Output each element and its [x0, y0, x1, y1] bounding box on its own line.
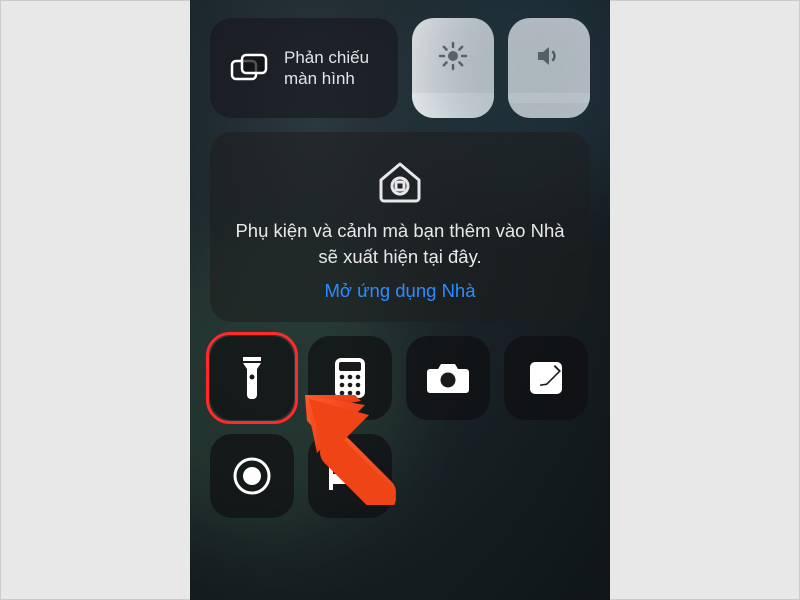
home-icon [230, 158, 570, 204]
screen-mirroring-icon [230, 53, 270, 83]
screen-record-button[interactable] [210, 434, 294, 518]
screenshot-frame: Phản chiếu màn hình [0, 0, 800, 600]
screen-mirroring-button[interactable]: Phản chiếu màn hình [210, 18, 398, 118]
brightness-fill [412, 93, 494, 118]
flashlight-icon [239, 355, 265, 401]
control-center: Phản chiếu màn hình [190, 0, 610, 600]
volume-fill [508, 93, 590, 103]
volume-track [508, 18, 590, 93]
calculator-button[interactable] [308, 336, 392, 420]
notes-button[interactable] [504, 336, 588, 420]
calculator-icon [333, 356, 367, 400]
sleep-button[interactable] [308, 434, 392, 518]
notes-icon [527, 359, 565, 397]
camera-button[interactable] [406, 336, 490, 420]
bed-icon [327, 460, 373, 492]
brightness-track [412, 18, 494, 93]
top-row: Phản chiếu màn hình [210, 18, 590, 118]
open-home-app-link[interactable]: Mở ứng dụng Nhà [324, 280, 475, 302]
brightness-icon [438, 41, 468, 71]
screen-record-icon [231, 455, 273, 497]
controls-grid [210, 336, 590, 518]
flashlight-button[interactable] [210, 336, 294, 420]
volume-slider[interactable] [508, 18, 590, 118]
screen-mirroring-label: Phản chiếu màn hình [284, 47, 378, 90]
home-accessories-card: Phụ kiện và cảnh mà bạn thêm vào Nhà sẽ … [210, 132, 590, 322]
home-message: Phụ kiện và cảnh mà bạn thêm vào Nhà sẽ … [230, 218, 570, 270]
camera-icon [426, 361, 470, 395]
volume-icon [534, 41, 564, 71]
brightness-slider[interactable] [412, 18, 494, 118]
